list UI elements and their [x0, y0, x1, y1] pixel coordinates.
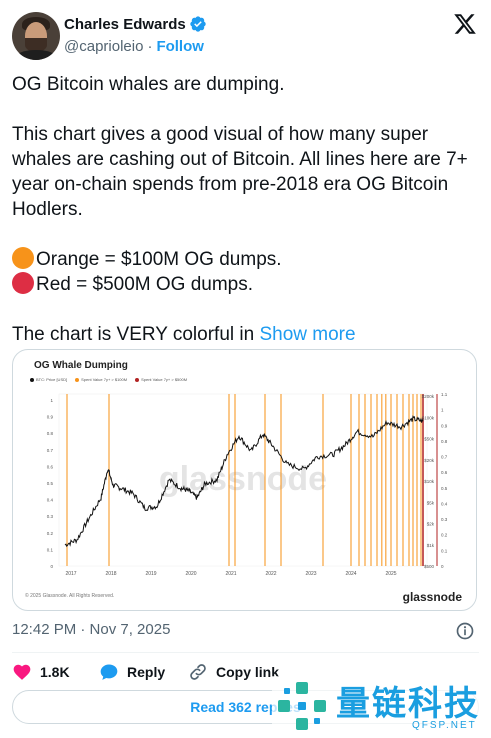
handle[interactable]: @caprioleio	[64, 38, 143, 55]
right-tick-label: 0.9	[441, 423, 448, 428]
follow-button[interactable]: Follow	[156, 38, 204, 55]
divider	[12, 652, 479, 653]
x-tick-label-2018: 2018	[105, 571, 116, 577]
left-tick-label: 0.1	[47, 547, 54, 552]
right-price-tick-label: $200k	[422, 394, 435, 399]
right-price-tick-label: $10k	[424, 479, 435, 484]
right-price-tick-label: $2k	[427, 522, 435, 527]
right-tick-label: 0.7	[441, 455, 448, 460]
chart-image-card[interactable]: glassnode 2017 2018 2019 2020 2021 2022 2023 202…	[12, 349, 477, 611]
x-tick-label-2025: 2025	[385, 571, 396, 577]
left-tick-label: 0.3	[47, 514, 54, 519]
left-tick-label: 0	[50, 564, 53, 569]
chart-legend: BTC: Price [USD] Spent Value 7y+ > $100M…	[30, 377, 187, 382]
legend-item-100m: Spent Value 7y+ > $100M	[75, 377, 127, 382]
reply-bubble-icon	[100, 664, 118, 680]
like-button[interactable]: 1.8K	[12, 660, 70, 684]
right-price-tick-label: $500	[424, 564, 435, 569]
watermark-text: 量链科技	[336, 684, 480, 724]
orange-line-text: Orange = $100M OG dumps.	[36, 249, 282, 270]
orange-circle-icon	[12, 247, 34, 269]
handle-row: @caprioleio · Follow	[64, 38, 204, 55]
x-logo-icon[interactable]	[453, 12, 477, 36]
legend-item-price: BTC: Price [USD]	[30, 377, 67, 382]
right-tick-label: 0.8	[441, 439, 448, 444]
separator: ·	[147, 38, 153, 55]
left-tick-label: 0.7	[47, 448, 54, 453]
left-tick-label: 0.6	[47, 464, 54, 469]
x-tick-label-2020: 2020	[185, 571, 196, 577]
like-count: 1.8K	[40, 664, 70, 680]
chart: glassnode 2017 2018 2019 2020 2021 2022 2023 202…	[47, 392, 448, 577]
right-price-tick-label: $5k	[427, 500, 435, 505]
display-name[interactable]: Charles Edwards	[64, 16, 186, 33]
tweet-text: OG Bitcoin whales are dumping. This char…	[12, 72, 479, 347]
right-tick-label: 0.2	[441, 533, 448, 538]
right-price-tick-label: $20k	[424, 458, 435, 463]
text-line-1: OG Bitcoin whales are dumping.	[12, 74, 285, 95]
watermark-url: QFSP.NET	[412, 720, 477, 731]
right-price-tick-label: $1k	[427, 543, 435, 548]
right-price-tick-label: $50k	[424, 437, 435, 442]
copy-link-label: Copy link	[216, 664, 280, 680]
tweet-header: Charles Edwards @caprioleio · Follow	[12, 12, 479, 60]
copy-link-button[interactable]: Copy link	[188, 660, 279, 684]
left-tick-label: 0.2	[47, 531, 54, 536]
left-tick-label: 0.5	[47, 481, 54, 486]
red-circle-icon	[12, 272, 34, 294]
chart-watermark: glassnode	[159, 460, 327, 498]
left-tick-label: 0.9	[47, 415, 54, 420]
right-tick-label: 0.1	[441, 548, 448, 553]
text-paragraph-4: The chart is VERY colorful in Show more	[12, 322, 479, 347]
legend-item-500m: Spent Value 7y+ > $500M	[135, 377, 187, 382]
link-icon	[190, 664, 206, 680]
x-tick-label-2021: 2021	[225, 571, 236, 577]
right-tick-label: 1.1	[441, 392, 448, 397]
right-tick-label: 0	[441, 564, 444, 569]
left-tick-label: 1	[50, 398, 53, 403]
left-tick-label: 0.4	[47, 498, 54, 503]
show-more-link[interactable]: Show more	[259, 324, 355, 345]
right-tick-label: 0.3	[441, 517, 448, 522]
tweet: Charles Edwards @caprioleio · Follow OG …	[0, 0, 491, 738]
avatar[interactable]	[12, 12, 60, 60]
chart-title: OG Whale Dumping	[34, 360, 128, 371]
reply-label: Reply	[127, 664, 166, 680]
x-tick-label-2017: 2017	[65, 571, 76, 577]
watermark-logo-icon	[278, 682, 326, 730]
chart-brand: glassnode	[402, 590, 462, 604]
timestamp[interactable]: 12:42 PM · Nov 7, 2025	[12, 621, 170, 638]
para4-text: The chart is VERY colorful in	[12, 324, 255, 345]
site-watermark: 量链科技 QFSP.NET	[272, 676, 491, 738]
x-tick-label-2019: 2019	[145, 571, 156, 577]
right-tick-label: 0.4	[441, 501, 448, 506]
verified-badge-icon	[190, 16, 206, 32]
left-tick-label: 0.8	[47, 431, 54, 436]
red-line: Red = $500M OG dumps.	[12, 272, 479, 297]
orange-line: Orange = $100M OG dumps.	[12, 247, 479, 272]
right-price-tick-label: $100k	[422, 415, 435, 420]
right-tick-label: 0.5	[441, 486, 448, 491]
info-icon[interactable]	[455, 621, 475, 641]
right-tick-label: 0.6	[441, 470, 448, 475]
name-row: Charles Edwards	[64, 15, 207, 33]
x-tick-label-2024: 2024	[345, 571, 356, 577]
chart-copyright: © 2025 Glassnode. All Rights Reserved.	[25, 593, 115, 599]
right-tick-label: 1	[441, 408, 444, 413]
red-line-text: Red = $500M OG dumps.	[36, 274, 254, 295]
x-tick-label-2022: 2022	[265, 571, 276, 577]
x-tick-label-2023: 2023	[305, 571, 316, 577]
reply-button[interactable]: Reply	[99, 660, 165, 684]
heart-icon	[13, 664, 31, 680]
text-paragraph-2: This chart gives a good visual of how ma…	[12, 124, 468, 220]
